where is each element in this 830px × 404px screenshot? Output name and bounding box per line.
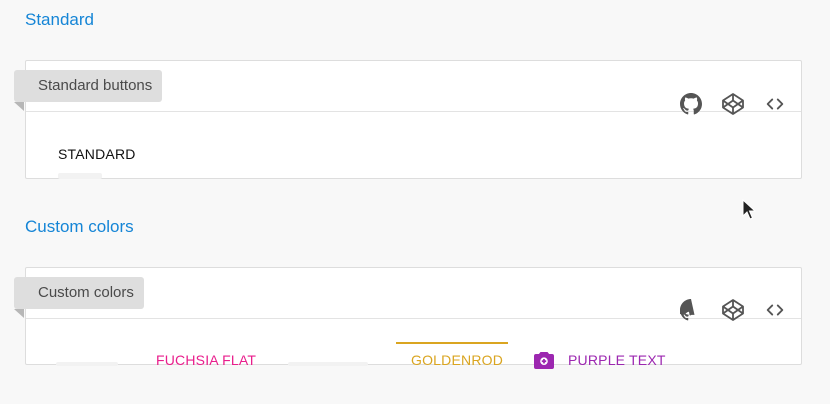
code-icon[interactable]	[763, 298, 787, 322]
faded-button-ghost	[288, 362, 368, 366]
camera-icon[interactable]	[534, 351, 554, 369]
codepen-icon[interactable]	[721, 298, 745, 322]
fuchsia-flat-button[interactable]: FUCHSIA FLAT	[156, 352, 256, 368]
codepen-icon[interactable]	[721, 92, 745, 116]
goldenrod-button-border	[396, 342, 508, 344]
purple-text-button[interactable]: PURPLE TEXT	[568, 352, 666, 368]
standard-card-label: Standard buttons	[14, 70, 163, 102]
ribbon-fold	[14, 309, 24, 318]
faded-button-ghost	[58, 173, 102, 179]
github-icon[interactable]	[679, 298, 703, 322]
mouse-cursor-icon	[742, 199, 756, 220]
section-title-standard: Standard	[25, 10, 94, 29]
section-title-custom-colors: Custom colors	[25, 217, 134, 236]
github-icon[interactable]	[679, 92, 703, 116]
page: Standard STANDARD Standard buttons Custo…	[0, 0, 830, 404]
standard-button[interactable]: STANDARD	[58, 146, 136, 162]
ribbon-fold	[14, 102, 24, 111]
code-icon[interactable]	[763, 92, 787, 116]
goldenrod-button[interactable]: GOLDENROD	[411, 352, 503, 368]
custom-colors-card-label: Custom colors	[14, 277, 144, 309]
faded-button-ghost	[56, 362, 118, 366]
